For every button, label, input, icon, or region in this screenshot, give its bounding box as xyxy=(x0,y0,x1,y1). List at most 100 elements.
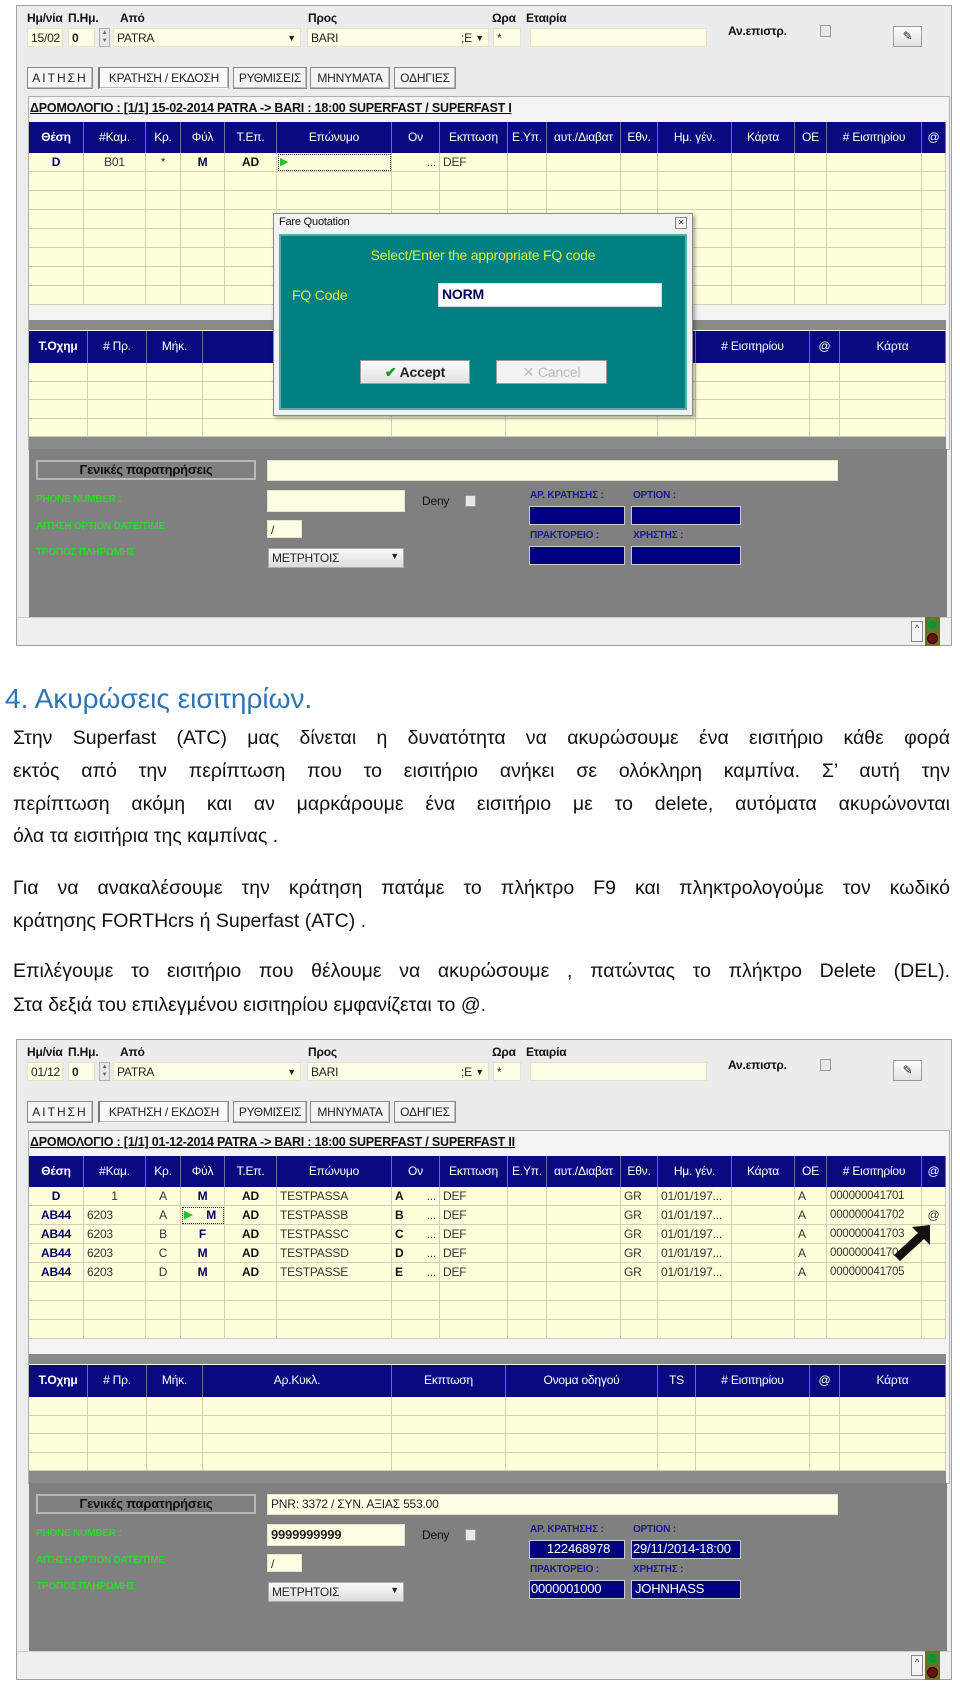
table-cell[interactable] xyxy=(732,1206,795,1225)
column-header[interactable]: Αρ.Κυκλ. xyxy=(203,1365,392,1397)
column-header[interactable]: Μήκ. xyxy=(147,1365,203,1397)
table-cell[interactable] xyxy=(922,1187,946,1206)
column-header[interactable]: Κάρτα xyxy=(732,122,795,153)
table-cell[interactable] xyxy=(547,1206,621,1225)
column-header[interactable]: TS xyxy=(658,1365,696,1397)
company-combo[interactable] xyxy=(530,28,707,47)
table-cell[interactable]: ▶ xyxy=(277,153,392,172)
days-stepper[interactable]: ▲ ▼ xyxy=(99,28,110,47)
table-cell[interactable]: M xyxy=(181,153,225,172)
table-cell[interactable]: ▶ M xyxy=(181,1206,225,1225)
cancel-button[interactable]: ✕ Cancel xyxy=(496,360,607,384)
table-cell[interactable]: GR xyxy=(621,1225,658,1244)
column-header[interactable]: Ον xyxy=(392,1156,440,1187)
table-cell[interactable] xyxy=(732,1244,795,1263)
date-field[interactable]: 15/02 xyxy=(27,28,63,47)
table-cell[interactable]: 1 xyxy=(84,1187,146,1206)
days-field[interactable]: 0 xyxy=(68,28,95,47)
close-button[interactable]: ✕ xyxy=(675,217,687,229)
remarks-field[interactable]: PNR: 3372 / ΣΥΝ. ΑΞΙΑΣ 553.00 xyxy=(267,1494,838,1515)
table-cell[interactable]: TESTPASSE xyxy=(277,1263,392,1282)
table-cell[interactable] xyxy=(508,1187,547,1206)
column-header[interactable]: Εκπτωση xyxy=(440,1156,508,1187)
from-combo[interactable]: PATRA ▼ xyxy=(113,1062,301,1081)
table-cell[interactable]: DEF xyxy=(440,1263,508,1282)
column-header[interactable]: αυτ./Διαβατ xyxy=(547,1156,621,1187)
table-cell[interactable]: GR xyxy=(621,1263,658,1282)
column-header[interactable]: Επώνυμο xyxy=(277,122,392,153)
payment-select[interactable]: ΜΕΤΡΗΤΟΙΣ ▼ xyxy=(268,548,404,568)
column-header[interactable]: Φύλ xyxy=(181,122,225,153)
table-cell[interactable]: DEF xyxy=(440,1206,508,1225)
column-header[interactable]: Εκπτωση xyxy=(392,1365,506,1397)
option-request-field[interactable]: / xyxy=(267,1554,302,1572)
column-header[interactable]: # Εισιτηρίου xyxy=(696,1365,810,1397)
column-header[interactable]: Τ.Οχημ xyxy=(29,331,88,363)
column-header[interactable]: Ε.Υπ. xyxy=(508,122,547,153)
column-header[interactable]: αυτ./Διαβατ xyxy=(547,122,621,153)
table-cell[interactable] xyxy=(732,153,795,172)
table-cell[interactable] xyxy=(508,1244,547,1263)
table-cell[interactable]: B xyxy=(146,1225,181,1244)
column-header[interactable]: #Καμ. xyxy=(84,1156,146,1187)
table-cell[interactable]: TESTPASSB xyxy=(277,1206,392,1225)
fq-code-input[interactable]: NORM xyxy=(438,283,662,307)
table-cell[interactable]: DEF xyxy=(440,1225,508,1244)
tab-0[interactable]: ΑΙΤΗΣΗ xyxy=(27,1101,93,1123)
table-cell[interactable]: 6203 xyxy=(84,1244,146,1263)
table-cell[interactable] xyxy=(547,1225,621,1244)
table-cell[interactable]: A xyxy=(795,1263,827,1282)
table-cell[interactable]: M xyxy=(181,1187,225,1206)
grid-splitter[interactable] xyxy=(29,1354,946,1364)
table-cell[interactable]: AB44 xyxy=(29,1263,84,1282)
tab-1[interactable]: ΚΡΑΤΗΣΗ / ΕΚΔΟΣΗ xyxy=(98,67,229,89)
tab-3[interactable]: ΜΗΝΥΜΑΤΑ xyxy=(310,67,390,89)
column-header[interactable]: #Καμ. xyxy=(84,122,146,153)
tab-3[interactable]: ΜΗΝΥΜΑΤΑ xyxy=(310,1101,390,1123)
ellipsis-button[interactable]: ... xyxy=(427,1225,437,1243)
deny-checkbox[interactable] xyxy=(465,495,476,507)
column-header[interactable]: Τ.Οχημ xyxy=(29,1365,88,1397)
table-cell[interactable] xyxy=(547,153,621,172)
table-cell[interactable]: GR xyxy=(621,1187,658,1206)
table-cell[interactable]: AB44 xyxy=(29,1225,84,1244)
column-header[interactable]: # Εισιτηρίου xyxy=(696,331,810,363)
return-checkbox[interactable] xyxy=(820,1059,831,1071)
column-header[interactable]: Κάρτα xyxy=(840,331,946,363)
table-cell[interactable]: D xyxy=(146,1263,181,1282)
phone-field[interactable] xyxy=(267,490,405,512)
remarks-field[interactable] xyxy=(267,460,838,481)
table-cell[interactable]: A xyxy=(795,1244,827,1263)
table-cell[interactable]: B... xyxy=(392,1206,440,1225)
table-cell[interactable]: 6203 xyxy=(84,1225,146,1244)
ellipsis-button[interactable]: ... xyxy=(427,1206,437,1224)
table-cell[interactable]: GR xyxy=(621,1244,658,1263)
tab-4[interactable]: ΟΔΗΓΙΕΣ xyxy=(394,1101,456,1123)
column-header[interactable]: Μήκ. xyxy=(147,331,203,363)
table-cell[interactable]: 01/01/197... xyxy=(658,1263,732,1282)
column-header[interactable]: # Πρ. xyxy=(88,1365,147,1397)
table-cell[interactable]: C xyxy=(146,1244,181,1263)
table-cell[interactable] xyxy=(732,1187,795,1206)
column-header[interactable]: Κρ. xyxy=(146,1156,181,1187)
table-cell[interactable] xyxy=(922,153,946,172)
grid-splitter[interactable] xyxy=(29,1471,946,1483)
column-header[interactable]: @ xyxy=(922,122,946,153)
table-cell[interactable]: M xyxy=(181,1263,225,1282)
table-cell[interactable]: A xyxy=(146,1206,181,1225)
table-cell[interactable]: AD xyxy=(225,153,277,172)
column-header[interactable]: # Εισιτηρίου xyxy=(827,1156,922,1187)
table-cell[interactable]: F xyxy=(181,1225,225,1244)
table-cell[interactable] xyxy=(795,153,827,172)
table-cell[interactable]: TESTPASSD xyxy=(277,1244,392,1263)
table-cell[interactable]: D xyxy=(29,1187,84,1206)
table-cell[interactable] xyxy=(732,1263,795,1282)
phone-field[interactable]: 9999999999 xyxy=(267,1524,405,1546)
column-header[interactable]: ΟΕ xyxy=(795,122,827,153)
table-cell[interactable]: AD xyxy=(225,1225,277,1244)
column-header[interactable]: ΟΕ xyxy=(795,1156,827,1187)
from-combo[interactable]: PATRA ▼ xyxy=(113,28,301,47)
tab-0[interactable]: ΑΙΤΗΣΗ xyxy=(27,67,93,89)
table-cell[interactable]: A xyxy=(795,1206,827,1225)
table-cell[interactable] xyxy=(922,1263,946,1282)
